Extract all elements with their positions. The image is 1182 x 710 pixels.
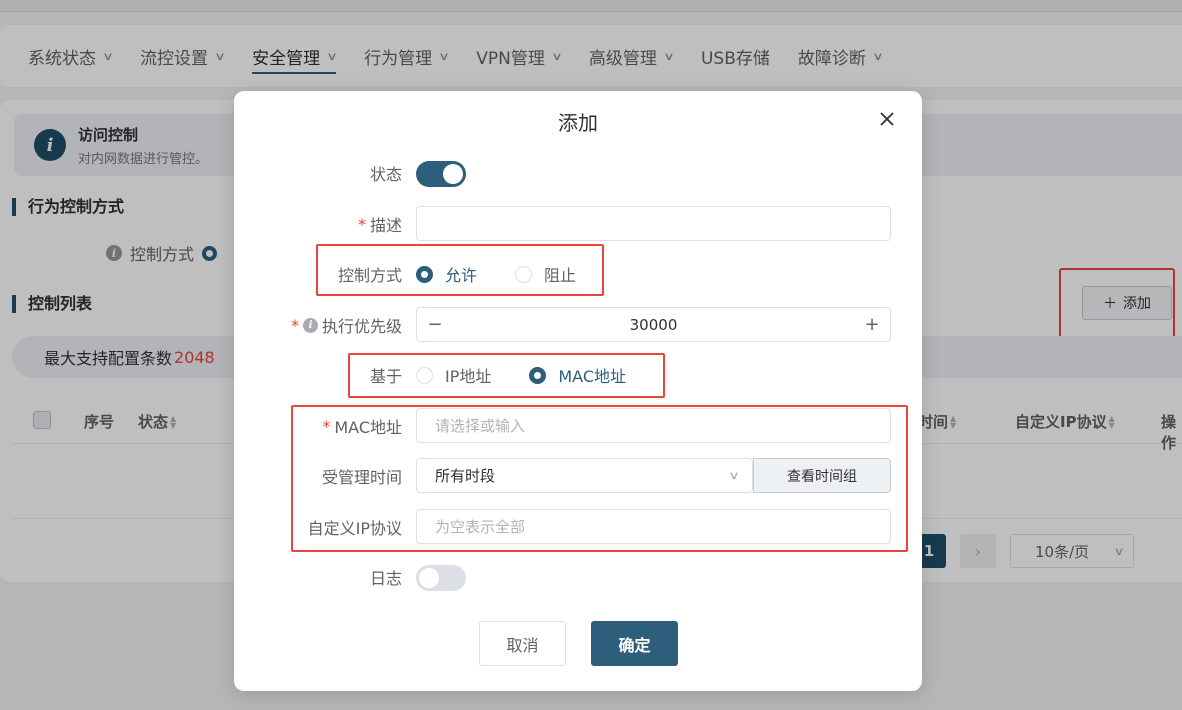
based-on-label: 基于 — [369, 367, 402, 386]
radio-circle — [416, 366, 433, 384]
custom-ip-row: 自定义IP协议 — [234, 509, 922, 545]
managed-time-select[interactable]: 所有时段 ∨ — [416, 458, 753, 493]
description-input[interactable] — [416, 206, 891, 241]
view-time-group-button[interactable]: 查看时间组 — [753, 458, 891, 493]
mac-input[interactable] — [416, 408, 891, 443]
managed-time-row: 受管理时间 所有时段 ∨ 查看时间组 — [234, 458, 922, 494]
plus-icon[interactable]: + — [854, 308, 890, 341]
minus-icon[interactable]: − — [417, 308, 453, 341]
managed-time-label: 受管理时间 — [321, 468, 402, 487]
based-on-row: 基于 IP地址 MAC地址 — [234, 357, 922, 393]
radio-allow[interactable]: 允许 — [416, 262, 477, 286]
radio-block[interactable]: 阻止 — [515, 262, 576, 286]
radio-ip[interactable]: IP地址 — [416, 363, 491, 387]
custom-ip-input[interactable] — [416, 509, 891, 544]
required-mark: * — [290, 315, 299, 335]
dialog-title: 添加 — [558, 111, 598, 135]
radio-circle — [416, 265, 433, 283]
chevron-down-icon: ∨ — [727, 469, 741, 482]
log-label: 日志 — [369, 569, 402, 588]
log-row: 日志 — [234, 559, 922, 595]
control-mode-row: 控制方式 允许 阻止 — [234, 256, 922, 292]
control-mode-radio-group: 允许 阻止 — [416, 256, 614, 292]
radio-mac[interactable]: MAC地址 — [529, 363, 626, 387]
priority-row: * i 执行优先级 − 30000 + — [234, 307, 922, 343]
based-on-radio-group: IP地址 MAC地址 — [416, 357, 664, 393]
priority-label: * i 执行优先级 — [290, 315, 402, 337]
mac-row: * MAC地址 — [234, 408, 922, 444]
managed-time-value: 所有时段 — [435, 467, 496, 485]
radio-circle — [529, 366, 547, 384]
custom-ip-label: 自定义IP协议 — [307, 519, 402, 538]
close-icon[interactable] — [877, 109, 897, 129]
help-icon: i — [302, 317, 318, 333]
cancel-button[interactable]: 取消 — [479, 621, 566, 666]
mac-label: * MAC地址 — [322, 416, 402, 438]
description-label: * 描述 — [357, 214, 402, 236]
status-label: 状态 — [369, 165, 402, 184]
confirm-button[interactable]: 确定 — [591, 621, 678, 666]
toggle-knob — [419, 568, 439, 588]
status-row: 状态 — [234, 155, 922, 191]
radio-circle — [515, 265, 533, 283]
required-mark: * — [322, 416, 331, 436]
description-row: * 描述 — [234, 206, 922, 242]
toggle-knob — [443, 164, 463, 184]
priority-value[interactable]: 30000 — [453, 316, 854, 334]
priority-stepper: − 30000 + — [416, 307, 891, 342]
required-mark: * — [357, 214, 366, 234]
add-dialog: 添加 状态 * 描述 控制方式 允许 阻止 * i 执行优先级 − 30000 + 基… — [234, 91, 922, 691]
log-toggle[interactable] — [416, 565, 466, 591]
control-mode-label: 控制方式 — [337, 266, 402, 285]
status-toggle[interactable] — [416, 161, 466, 187]
